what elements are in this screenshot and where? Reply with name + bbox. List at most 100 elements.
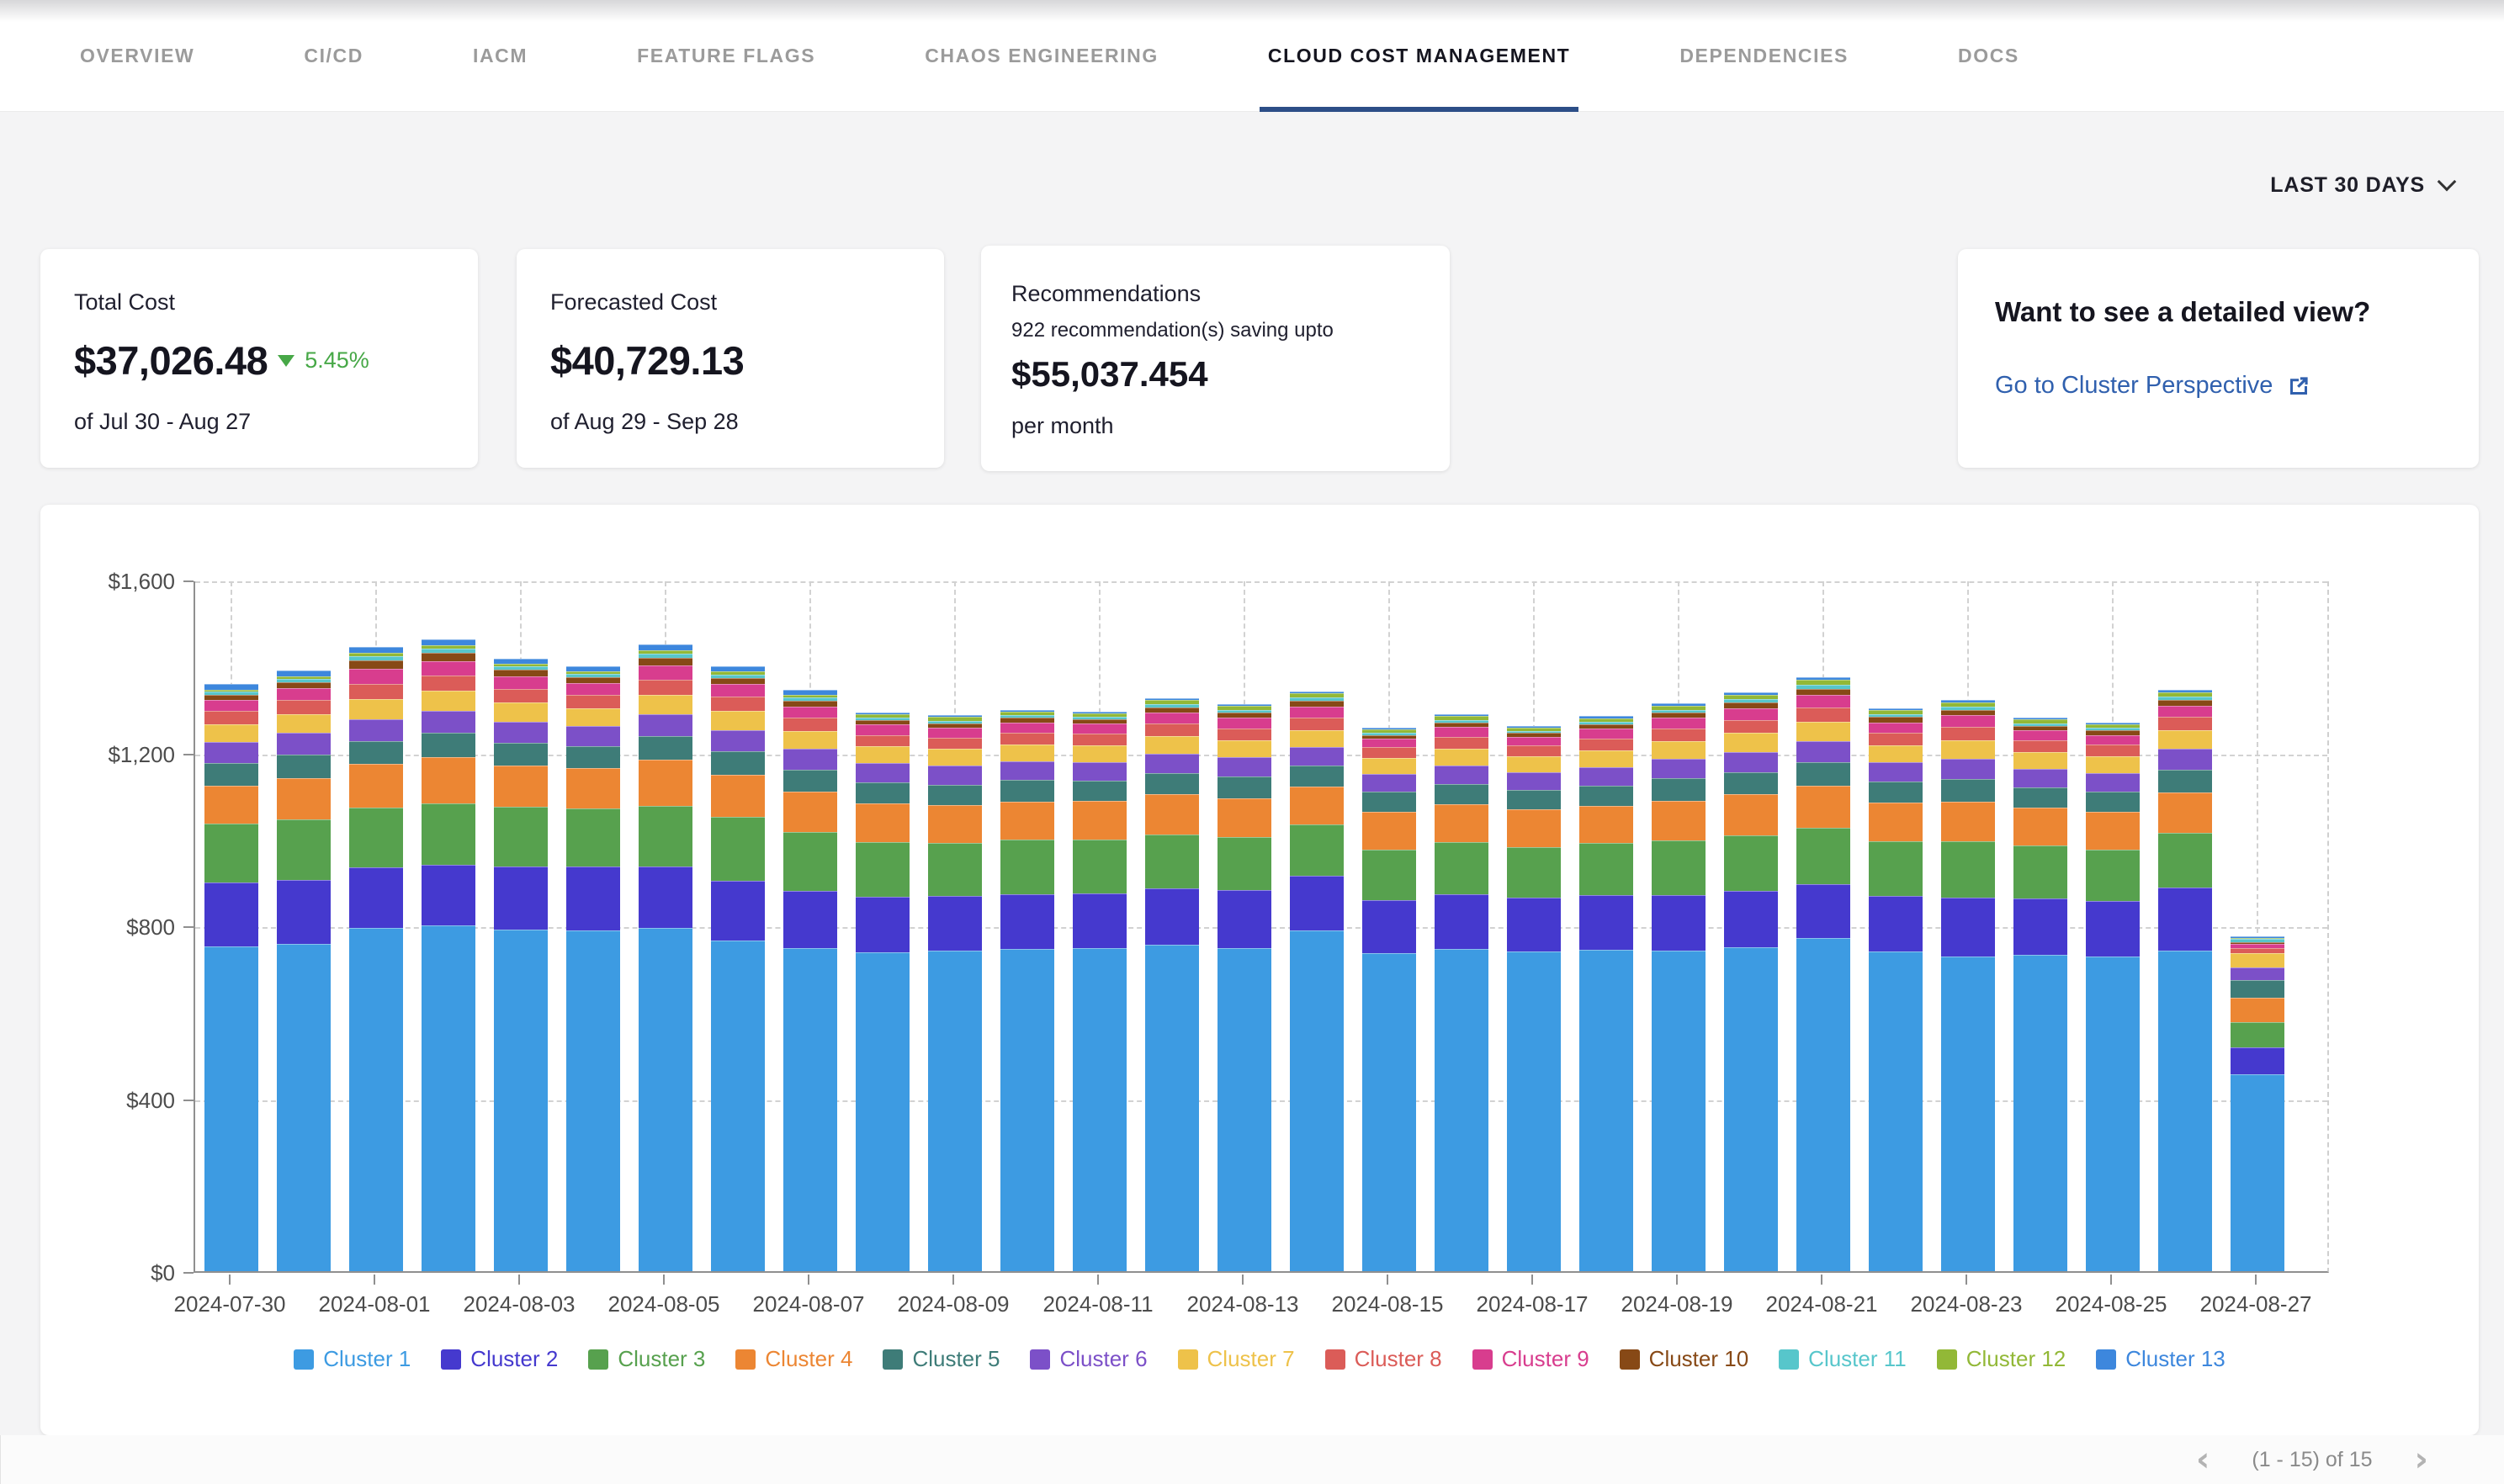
legend-item-cluster-9[interactable]: Cluster 9	[1472, 1346, 1589, 1372]
bar-segment-cluster-3[interactable]	[1073, 840, 1127, 893]
bar-segment-cluster-3[interactable]	[1579, 843, 1633, 895]
bar-segment-cluster-3[interactable]	[277, 819, 331, 880]
bar-segment-cluster-8[interactable]	[1796, 708, 1850, 722]
legend-item-cluster-13[interactable]: Cluster 13	[2096, 1346, 2225, 1372]
bar-2024-07-30[interactable]	[204, 684, 258, 1271]
bar-segment-cluster-2[interactable]	[1145, 888, 1199, 945]
bar-segment-cluster-1[interactable]	[1145, 945, 1199, 1271]
bar-segment-cluster-4[interactable]	[1290, 787, 1344, 824]
bar-segment-cluster-7[interactable]	[928, 749, 982, 766]
legend-item-cluster-12[interactable]: Cluster 12	[1937, 1346, 2066, 1372]
bar-segment-cluster-4[interactable]	[1796, 786, 1850, 828]
bar-segment-cluster-4[interactable]	[2013, 808, 2067, 845]
bar-segment-cluster-1[interactable]	[1435, 949, 1488, 1271]
bar-segment-cluster-3[interactable]	[2158, 833, 2212, 888]
bar-segment-cluster-5[interactable]	[277, 755, 331, 778]
bar-segment-cluster-2[interactable]	[1000, 894, 1054, 950]
bar-segment-cluster-13[interactable]	[349, 647, 403, 653]
bar-segment-cluster-2[interactable]	[1796, 884, 1850, 939]
bar-segment-cluster-10[interactable]	[349, 660, 403, 669]
bar-segment-cluster-2[interactable]	[1362, 900, 1416, 953]
legend-item-cluster-11[interactable]: Cluster 11	[1779, 1346, 1907, 1372]
bar-segment-cluster-7[interactable]	[1073, 745, 1127, 762]
bar-segment-cluster-7[interactable]	[422, 691, 475, 711]
bar-segment-cluster-7[interactable]	[2231, 953, 2284, 967]
bar-segment-cluster-5[interactable]	[1869, 782, 1923, 803]
bar-segment-cluster-4[interactable]	[1218, 798, 1271, 837]
bar-segment-cluster-4[interactable]	[1362, 812, 1416, 849]
bar-segment-cluster-5[interactable]	[349, 741, 403, 765]
bar-segment-cluster-8[interactable]	[1507, 745, 1561, 756]
bar-segment-cluster-9[interactable]	[1435, 727, 1488, 737]
bar-2024-08-05[interactable]	[639, 644, 692, 1271]
bar-2024-08-15[interactable]	[1362, 728, 1416, 1271]
bar-2024-08-02[interactable]	[422, 639, 475, 1271]
bar-segment-cluster-5[interactable]	[1941, 779, 1995, 801]
tab-docs[interactable]: DOCS	[1958, 0, 2019, 112]
bar-segment-cluster-3[interactable]	[1507, 847, 1561, 898]
bar-segment-cluster-8[interactable]	[783, 718, 837, 731]
bar-segment-cluster-7[interactable]	[277, 714, 331, 734]
bar-segment-cluster-9[interactable]	[1000, 723, 1054, 733]
bar-segment-cluster-2[interactable]	[204, 882, 258, 946]
bar-segment-cluster-5[interactable]	[422, 733, 475, 756]
bar-segment-cluster-6[interactable]	[1000, 761, 1054, 781]
bar-segment-cluster-8[interactable]	[1869, 733, 1923, 745]
bar-segment-cluster-2[interactable]	[1218, 890, 1271, 947]
bar-segment-cluster-5[interactable]	[566, 746, 620, 768]
bar-segment-cluster-6[interactable]	[639, 714, 692, 736]
bar-segment-cluster-5[interactable]	[1796, 762, 1850, 786]
bar-segment-cluster-3[interactable]	[783, 832, 837, 891]
bar-2024-08-24[interactable]	[2013, 718, 2067, 1271]
bar-segment-cluster-4[interactable]	[1145, 794, 1199, 835]
legend-item-cluster-7[interactable]: Cluster 7	[1178, 1346, 1295, 1372]
bar-segment-cluster-4[interactable]	[1579, 806, 1633, 843]
bar-2024-08-26[interactable]	[2158, 690, 2212, 1271]
bar-2024-08-20[interactable]	[1724, 692, 1778, 1271]
bar-segment-cluster-8[interactable]	[566, 695, 620, 708]
bar-segment-cluster-3[interactable]	[856, 842, 910, 897]
bar-segment-cluster-9[interactable]	[277, 688, 331, 700]
bar-segment-cluster-6[interactable]	[204, 742, 258, 763]
bar-segment-cluster-8[interactable]	[856, 735, 910, 747]
bar-segment-cluster-8[interactable]	[277, 700, 331, 713]
bar-segment-cluster-10[interactable]	[783, 701, 837, 707]
bar-segment-cluster-3[interactable]	[1652, 840, 1706, 895]
bar-segment-cluster-1[interactable]	[349, 928, 403, 1271]
bar-segment-cluster-9[interactable]	[1290, 707, 1344, 718]
bar-segment-cluster-6[interactable]	[928, 766, 982, 784]
bar-segment-cluster-4[interactable]	[204, 786, 258, 824]
bar-segment-cluster-5[interactable]	[494, 743, 548, 766]
bar-segment-cluster-1[interactable]	[1218, 948, 1271, 1271]
bar-segment-cluster-5[interactable]	[783, 770, 837, 792]
bar-segment-cluster-6[interactable]	[1796, 741, 1850, 762]
bar-segment-cluster-3[interactable]	[422, 803, 475, 865]
bar-segment-cluster-3[interactable]	[639, 806, 692, 867]
bar-segment-cluster-3[interactable]	[349, 808, 403, 867]
bar-segment-cluster-4[interactable]	[711, 775, 765, 817]
bar-segment-cluster-3[interactable]	[711, 817, 765, 881]
bar-segment-cluster-9[interactable]	[494, 676, 548, 689]
chevron-right-icon[interactable]: ›	[2415, 1443, 2428, 1476]
bar-segment-cluster-2[interactable]	[1724, 891, 1778, 947]
bar-segment-cluster-7[interactable]	[1435, 749, 1488, 766]
bar-segment-cluster-10[interactable]	[494, 670, 548, 676]
bar-segment-cluster-4[interactable]	[1652, 801, 1706, 841]
bar-segment-cluster-3[interactable]	[1941, 841, 1995, 898]
bar-segment-cluster-9[interactable]	[1941, 715, 1995, 727]
bar-segment-cluster-6[interactable]	[1073, 762, 1127, 781]
bar-segment-cluster-9[interactable]	[1073, 723, 1127, 734]
bar-segment-cluster-2[interactable]	[856, 897, 910, 952]
bar-segment-cluster-10[interactable]	[2158, 700, 2212, 706]
bar-segment-cluster-4[interactable]	[2231, 998, 2284, 1021]
bar-segment-cluster-3[interactable]	[1145, 835, 1199, 889]
bar-segment-cluster-2[interactable]	[1435, 894, 1488, 949]
bar-segment-cluster-6[interactable]	[494, 722, 548, 743]
bar-segment-cluster-8[interactable]	[2086, 745, 2140, 756]
bar-segment-cluster-9[interactable]	[1869, 723, 1923, 734]
bar-segment-cluster-6[interactable]	[1579, 767, 1633, 786]
bar-segment-cluster-6[interactable]	[1507, 772, 1561, 790]
bar-segment-cluster-2[interactable]	[566, 867, 620, 930]
bar-segment-cluster-9[interactable]	[856, 724, 910, 734]
bar-segment-cluster-5[interactable]	[2231, 980, 2284, 999]
